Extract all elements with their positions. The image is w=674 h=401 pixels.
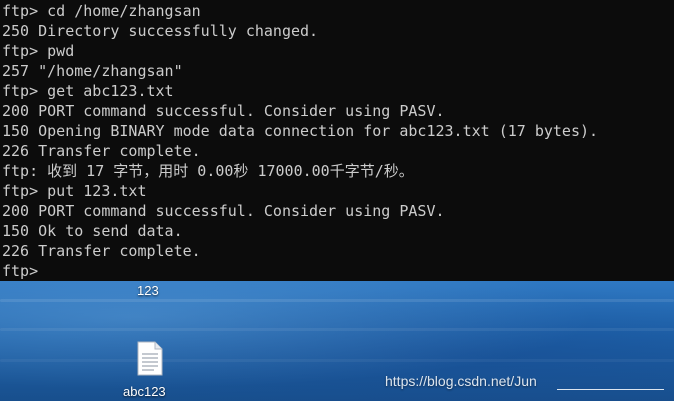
terminal-window[interactable]: ftp> cd /home/zhangsan 250 Directory suc… bbox=[0, 0, 674, 281]
terminal-line: 226 Transfer complete. bbox=[2, 142, 201, 160]
terminal-prompt[interactable]: ftp> bbox=[2, 261, 674, 281]
terminal-line: ftp> get abc123.txt bbox=[2, 82, 174, 100]
terminal-line: 257 "/home/zhangsan" bbox=[2, 62, 183, 80]
text-file-icon[interactable] bbox=[136, 341, 164, 376]
terminal-line: ftp> pwd bbox=[2, 42, 75, 60]
watermark-text: https://blog.csdn.net/Jun bbox=[385, 373, 537, 389]
desktop-file-label-abc123[interactable]: abc123 bbox=[123, 384, 166, 399]
terminal-line: 200 PORT command successful. Consider us… bbox=[2, 102, 445, 120]
wallpaper-wave bbox=[0, 328, 674, 331]
watermark-underline bbox=[557, 389, 664, 390]
wallpaper-wave bbox=[0, 299, 674, 302]
terminal-line: 250 Directory successfully changed. bbox=[2, 22, 319, 40]
terminal-line: 150 Opening BINARY mode data connection … bbox=[2, 122, 599, 140]
terminal-line: ftp: 收到 17 字节，用时 0.00秒 17000.00千字节/秒。 bbox=[2, 162, 414, 180]
terminal-line: ftp> cd /home/zhangsan bbox=[2, 2, 201, 20]
terminal-line: 200 PORT command successful. Consider us… bbox=[2, 202, 445, 220]
wallpaper-wave bbox=[0, 359, 674, 362]
desktop-background: 123 abc123 https://blog.csdn.net/Jun bbox=[0, 281, 674, 401]
terminal-line: 226 Transfer complete. bbox=[2, 242, 201, 260]
terminal-line: 150 Ok to send data. bbox=[2, 222, 183, 240]
desktop-folder-label-123[interactable]: 123 bbox=[137, 283, 159, 298]
terminal-line: ftp> put 123.txt bbox=[2, 182, 147, 200]
